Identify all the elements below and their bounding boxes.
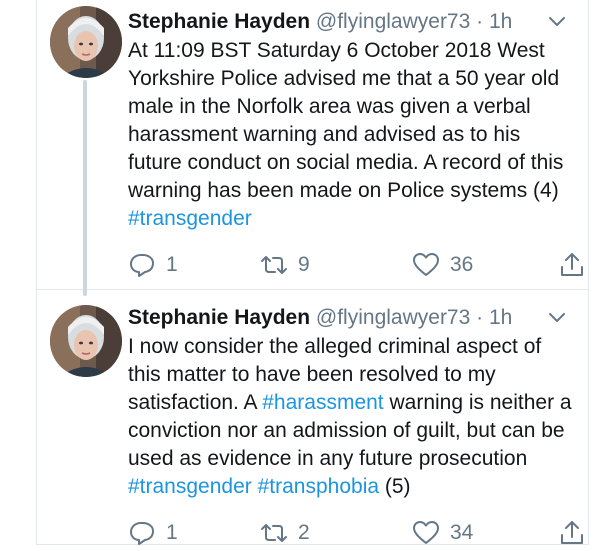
hashtag-link[interactable]: #harassment [262, 391, 383, 414]
thread-connector [83, 80, 87, 296]
tweet-text: At 11:09 BST Saturday 6 October 2018 Wes… [128, 37, 575, 233]
like-button[interactable]: 36 [412, 251, 473, 279]
tweet-header: Stephanie Hayden @flyinglawyer73 · 1h [128, 8, 575, 36]
tweet[interactable]: Stephanie Hayden @flyinglawyer73 · 1h I … [36, 290, 589, 545]
tweet-actions: 1 2 34 [128, 519, 583, 551]
display-name[interactable]: Stephanie Hayden [128, 306, 310, 329]
avatar[interactable] [50, 6, 122, 78]
tweet-text: I now consider the alleged criminal aspe… [128, 333, 575, 501]
hashtag-link[interactable]: #transgender [128, 207, 252, 230]
tweet-actions: 1 9 36 [128, 251, 583, 283]
avatar[interactable] [50, 305, 122, 377]
chevron-down-icon[interactable] [547, 307, 567, 327]
share-button[interactable] [558, 519, 586, 547]
user-handle[interactable]: @flyinglawyer73 [316, 10, 470, 33]
retweet-button[interactable]: 2 [260, 519, 310, 547]
display-name[interactable]: Stephanie Hayden [128, 10, 310, 33]
like-count: 36 [450, 253, 474, 276]
retweet-button[interactable]: 9 [260, 251, 310, 279]
tweet[interactable]: Stephanie Hayden @flyinglawyer73 · 1h At… [36, 0, 589, 296]
separator-dot: · [476, 10, 484, 33]
tweet-text-body: (5) [379, 475, 411, 498]
share-icon [561, 253, 583, 276]
like-count: 34 [450, 521, 474, 544]
hashtag-link[interactable]: #transphobia [258, 475, 379, 498]
timestamp[interactable]: 1h [489, 10, 512, 33]
reply-button[interactable]: 1 [128, 251, 178, 279]
timestamp[interactable]: 1h [489, 306, 512, 329]
share-icon [561, 521, 583, 544]
like-button[interactable]: 34 [412, 519, 473, 547]
reply-icon [130, 254, 154, 277]
tweet-text-body: At 11:09 BST Saturday 6 October 2018 Wes… [128, 39, 564, 202]
tweet-header: Stephanie Hayden @flyinglawyer73 · 1h [128, 304, 575, 332]
reply-count: 1 [166, 521, 178, 544]
chevron-down-icon[interactable] [547, 11, 567, 31]
like-icon [413, 521, 439, 544]
reply-icon [130, 522, 154, 545]
reply-count: 1 [166, 253, 178, 276]
retweet-count: 9 [298, 253, 310, 276]
retweet-icon [261, 256, 287, 274]
separator-dot: · [476, 306, 484, 329]
share-button[interactable] [558, 251, 586, 279]
hashtag-link[interactable]: #transgender [128, 475, 252, 498]
reply-button[interactable]: 1 [128, 519, 178, 547]
like-icon [413, 253, 439, 276]
retweet-count: 2 [298, 521, 310, 544]
retweet-icon [261, 524, 287, 542]
user-handle[interactable]: @flyinglawyer73 [316, 306, 470, 329]
